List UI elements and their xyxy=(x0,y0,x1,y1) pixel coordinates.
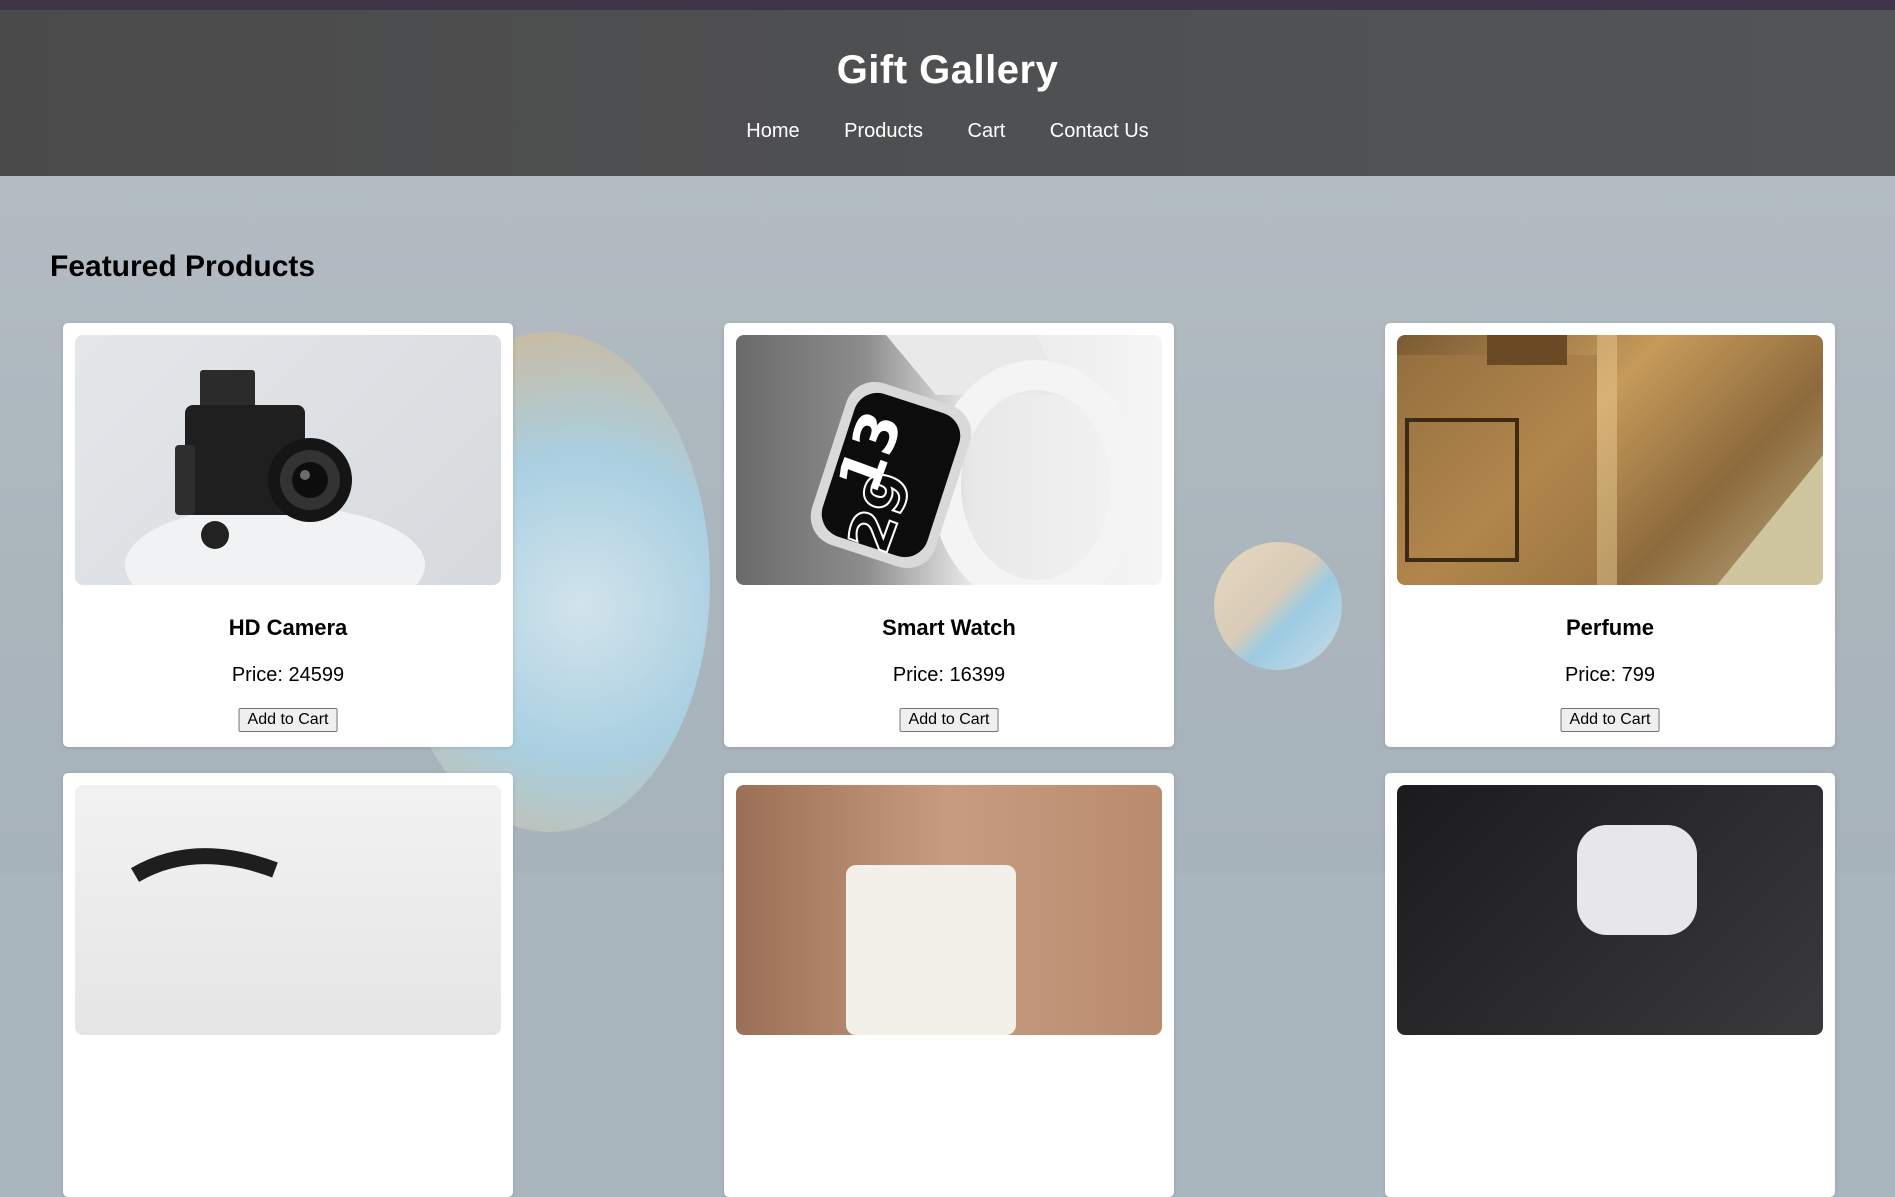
smartwatch-image: 13 29 xyxy=(736,335,1162,585)
main-nav: Home Products Cart Contact Us xyxy=(0,120,1895,143)
nav-products-link[interactable]: Products xyxy=(844,120,923,142)
product-card-smartwatch: 13 29 Smart Watch Price: 16399 Add to Ca… xyxy=(724,323,1174,747)
perfume-image xyxy=(1397,335,1823,585)
product-price: Price: 799 xyxy=(1564,664,1656,686)
camera-image xyxy=(75,335,501,585)
top-accent-bar xyxy=(0,0,1895,10)
product-name: Smart Watch xyxy=(882,615,1016,640)
airpods-image xyxy=(1397,785,1823,1035)
mug-image xyxy=(736,785,1162,1035)
site-header: Gift Gallery Home Products Cart Contact … xyxy=(0,10,1895,176)
add-to-cart-button[interactable]: Add to Cart xyxy=(1560,708,1660,732)
nav-contact-link[interactable]: Contact Us xyxy=(1050,120,1149,142)
product-card-airpods xyxy=(1385,773,1835,1197)
product-card-perfume: Perfume Price: 799 Add to Cart xyxy=(1385,323,1835,747)
product-price: Price: 24599 xyxy=(231,664,345,686)
product-name: HD Camera xyxy=(228,615,348,640)
decorative-orb-small xyxy=(1214,542,1342,670)
nav-cart-link[interactable]: Cart xyxy=(968,120,1006,142)
product-price: Price: 16399 xyxy=(892,664,1006,686)
product-card-mug xyxy=(724,773,1174,1197)
product-name: Perfume xyxy=(1565,615,1655,640)
add-to-cart-button[interactable]: Add to Cart xyxy=(238,708,338,732)
product-card-camera: HD Camera Price: 24599 Add to Cart xyxy=(63,323,513,747)
nav-home-link[interactable]: Home xyxy=(746,120,799,142)
add-to-cart-button[interactable]: Add to Cart xyxy=(899,708,999,732)
site-title: Gift Gallery xyxy=(836,48,1059,92)
product-card-headphones xyxy=(63,773,513,1197)
featured-products-heading: Featured Products xyxy=(50,250,316,283)
headphones-image xyxy=(75,785,501,1035)
